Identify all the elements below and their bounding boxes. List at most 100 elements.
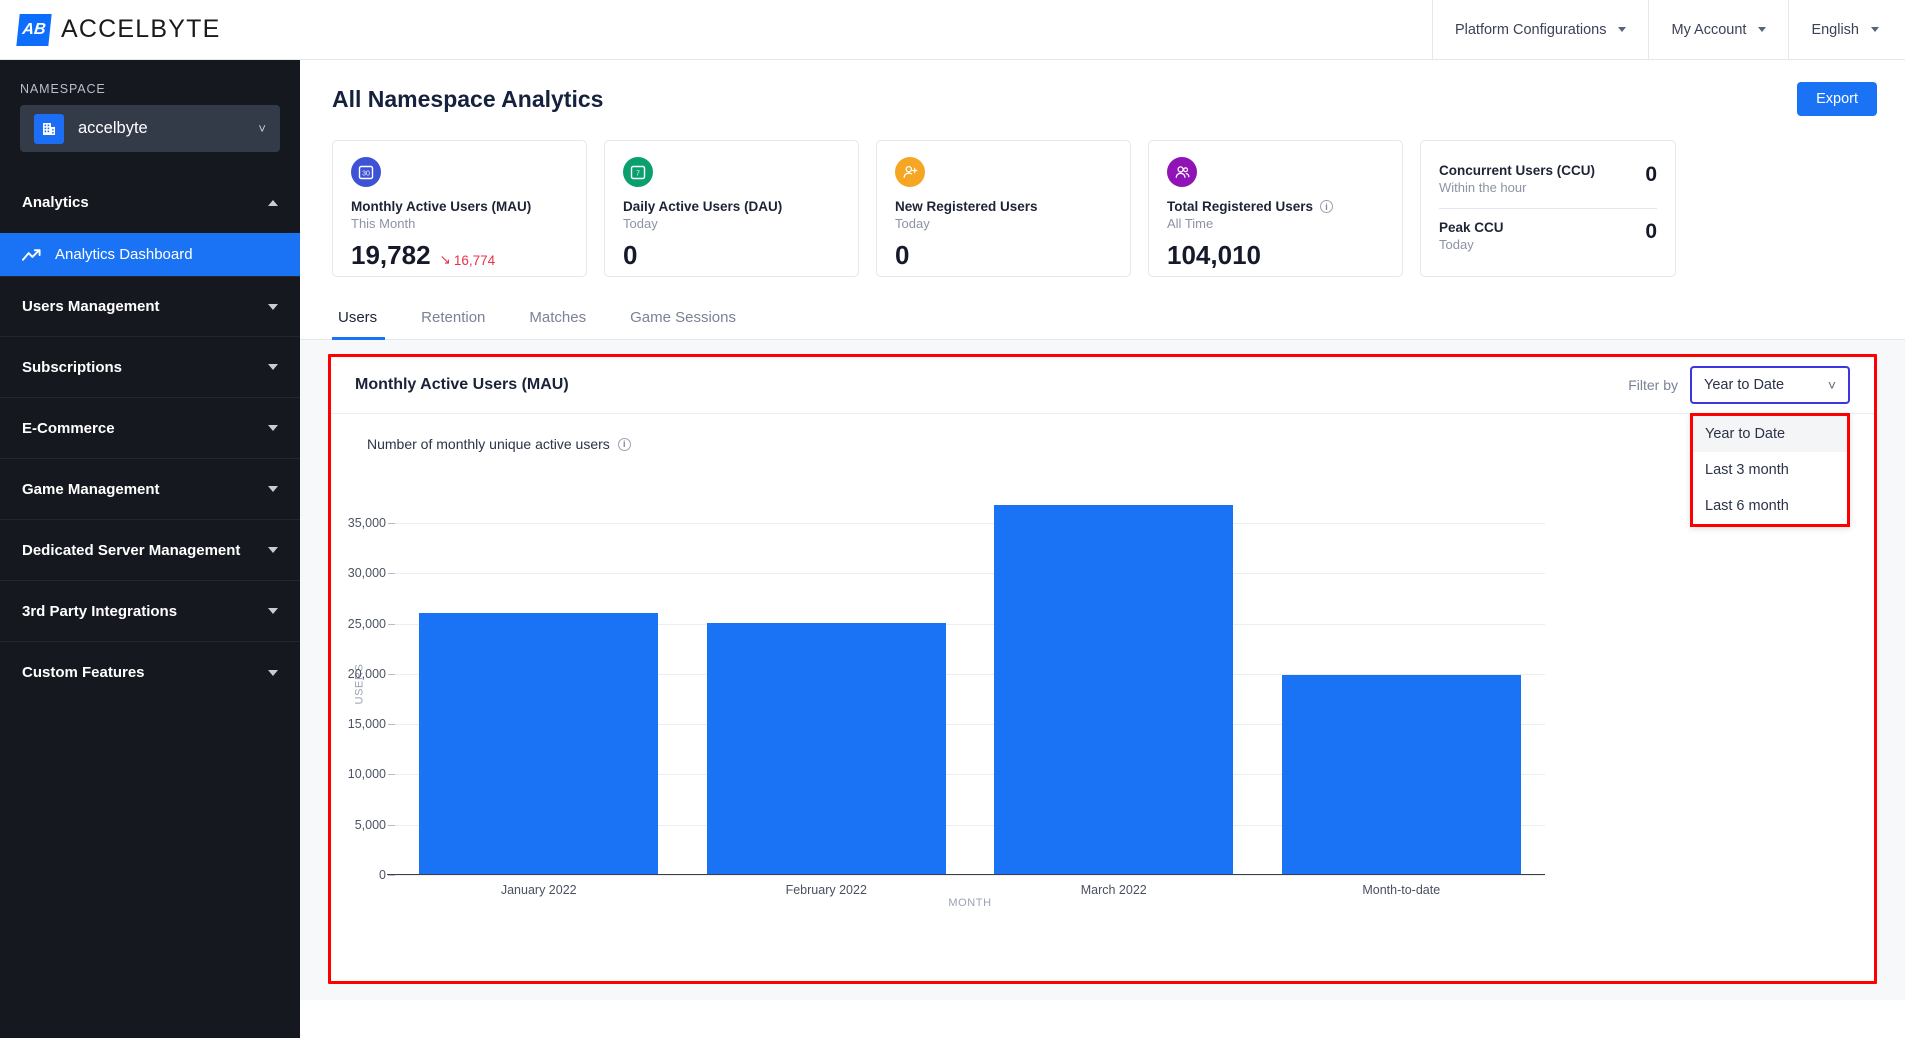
main-content: All Namespace Analytics Export 30 Monthl… (300, 60, 1905, 1038)
chart-filter-group: Filter by Year to Date ˅ (1628, 366, 1850, 404)
top-nav: Platform Configurations My Account Engli… (1431, 0, 1905, 60)
filter-by-label: Filter by (1628, 377, 1678, 393)
chart-panel-header: Monthly Active Users (MAU) Filter by Yea… (331, 357, 1874, 414)
page-title: All Namespace Analytics (332, 85, 604, 112)
users-icon (1167, 157, 1197, 187)
chart-y-tick-label: 15,000 (347, 717, 386, 732)
top-bar: AB ACCELBYTE Platform Configurations My … (0, 0, 1905, 60)
svg-text:30: 30 (362, 170, 370, 177)
ccu-value: 0 (1645, 220, 1657, 243)
sidebar-section-3rd-party-integrations[interactable]: 3rd Party Integrations (0, 581, 300, 642)
topnav-label: English (1811, 21, 1859, 38)
chart-y-tick-label: 35,000 (347, 516, 386, 531)
kpi-title: Daily Active Users (DAU) (623, 199, 840, 214)
kpi-subtitle: Today (623, 216, 658, 231)
kpi-value: 104,010 (1167, 240, 1261, 270)
calendar-30-icon: 30 (351, 157, 381, 187)
sidebar: NAMESPACE accelbyte ˅ Analytics Analytic… (0, 60, 300, 1038)
chevron-down-icon: ˅ (258, 121, 266, 136)
topnav-language[interactable]: English (1788, 0, 1905, 60)
chevron-up-icon (268, 199, 278, 206)
chart-bar[interactable] (994, 505, 1234, 874)
filter-select[interactable]: Year to Date ˅ (1690, 366, 1850, 404)
kpi-value-row: 0 (623, 240, 840, 271)
topnav-platform-configurations[interactable]: Platform Configurations (1431, 0, 1649, 60)
chart-bar-group: Month-to-date (1258, 493, 1546, 897)
kpi-subtitle: Today (895, 216, 930, 231)
accelbyte-logo-icon: AB (16, 13, 52, 46)
chevron-down-icon (268, 547, 278, 553)
chevron-down-icon (268, 669, 278, 676)
brand-name: ACCELBYTE (61, 15, 221, 43)
sidebar-section-label: Dedicated Server Management (22, 541, 241, 559)
sidebar-section-game-management[interactable]: Game Management (0, 459, 300, 520)
namespace-value: accelbyte (78, 119, 148, 137)
sidebar-section-label: Users Management (22, 298, 160, 315)
chart-y-tick-label: 0 (379, 868, 386, 882)
chart-x-tick-label: February 2022 (785, 883, 867, 897)
tab-bar: Users Retention Matches Game Sessions (300, 277, 1905, 340)
tab-game-sessions[interactable]: Game Sessions (608, 309, 758, 339)
sidebar-section-dedicated-server-management[interactable]: Dedicated Server Management (0, 520, 300, 581)
page-header: All Namespace Analytics Export (300, 60, 1905, 116)
namespace-selector[interactable]: accelbyte ˅ (20, 105, 280, 152)
brand-logo-group[interactable]: AB ACCELBYTE (0, 13, 221, 46)
sidebar-item-analytics-dashboard[interactable]: Analytics Dashboard (0, 233, 300, 276)
ccu-value: 0 (1645, 163, 1657, 186)
sidebar-section-label: 3rd Party Integrations (22, 602, 178, 620)
chart-panel-title: Monthly Active Users (MAU) (355, 376, 569, 393)
chevron-down-icon (268, 364, 278, 370)
chart-bar-group: March 2022 (970, 493, 1258, 897)
kpi-value: 0 (895, 240, 910, 270)
arrow-down-right-icon: ↘ (439, 252, 451, 267)
chart-subtitle-row: Number of monthly unique active users i (331, 414, 1874, 452)
chevron-down-icon (268, 486, 278, 492)
building-icon (34, 113, 64, 144)
sidebar-section-analytics[interactable]: Analytics (0, 172, 300, 233)
topnav-label: Platform Configurations (1454, 21, 1607, 38)
tab-matches[interactable]: Matches (507, 309, 608, 339)
kpi-card-ccu: Concurrent Users (CCU) Within the hour 0… (1420, 140, 1676, 277)
chevron-down-icon (268, 303, 278, 310)
calendar-7-icon: 7 (623, 157, 653, 187)
tab-retention[interactable]: Retention (399, 309, 507, 339)
app-root: AB ACCELBYTE Platform Configurations My … (0, 0, 1905, 1038)
export-button[interactable]: Export (1797, 82, 1877, 116)
sidebar-section-custom-features[interactable]: Custom Features (0, 642, 300, 703)
kpi-value-row: 19,782 ↘ 16,774 (351, 240, 568, 271)
kpi-value-row: 104,010 (1167, 240, 1384, 271)
ccu-row-peak: Peak CCU Today 0 (1439, 220, 1657, 252)
chart-x-tick-label: March 2022 (1080, 883, 1147, 897)
chart-bar[interactable] (706, 622, 946, 874)
sidebar-section-users-management[interactable]: Users Management (0, 276, 300, 337)
chart-bar-group: January 2022 (395, 493, 683, 897)
chevron-down-icon: ˅ (1827, 377, 1836, 393)
namespace-label: NAMESPACE (20, 82, 106, 96)
tab-users[interactable]: Users (332, 309, 399, 340)
logo-mark-text: AB (21, 20, 47, 38)
dropdown-option-last-3-month[interactable]: Last 3 month (1693, 452, 1847, 488)
chart-x-axis-label: MONTH (948, 897, 992, 909)
chart-y-tick-label: 5,000 (354, 817, 386, 832)
sidebar-section-e-commerce[interactable]: E-Commerce (0, 398, 300, 459)
topnav-my-account[interactable]: My Account (1648, 0, 1788, 60)
info-icon[interactable]: i (1320, 200, 1334, 213)
kpi-card-new-registered-users: New Registered Users Today 0 (876, 140, 1131, 277)
kpi-subtitle: This Month (351, 216, 416, 231)
info-icon[interactable]: i (617, 437, 631, 451)
sidebar-section-subscriptions[interactable]: Subscriptions (0, 337, 300, 398)
chart-bar[interactable] (419, 612, 659, 874)
kpi-title-text: Total Registered Users (1167, 199, 1314, 214)
dropdown-option-year-to-date[interactable]: Year to Date (1693, 416, 1847, 452)
dropdown-option-last-6-month[interactable]: Last 6 month (1693, 488, 1847, 524)
chart-y-tick-label: 30,000 (347, 566, 386, 581)
kpi-card-dau: 7 Daily Active Users (DAU) Today 0 (604, 140, 859, 277)
kpi-title-text: New Registered Users (895, 199, 1038, 214)
ccu-row-concurrent: Concurrent Users (CCU) Within the hour 0 (1439, 163, 1657, 195)
chart-panel-wrapper: Monthly Active Users (MAU) Filter by Yea… (300, 340, 1905, 1000)
chart-bar[interactable] (1281, 675, 1521, 874)
kpi-card-total-registered-users: Total Registered Users i All Time 104,01… (1148, 140, 1403, 277)
filter-select-value: Year to Date (1704, 377, 1785, 393)
kpi-title-text: Daily Active Users (DAU) (623, 199, 783, 214)
sidebar-item-label: Analytics Dashboard (55, 246, 193, 263)
